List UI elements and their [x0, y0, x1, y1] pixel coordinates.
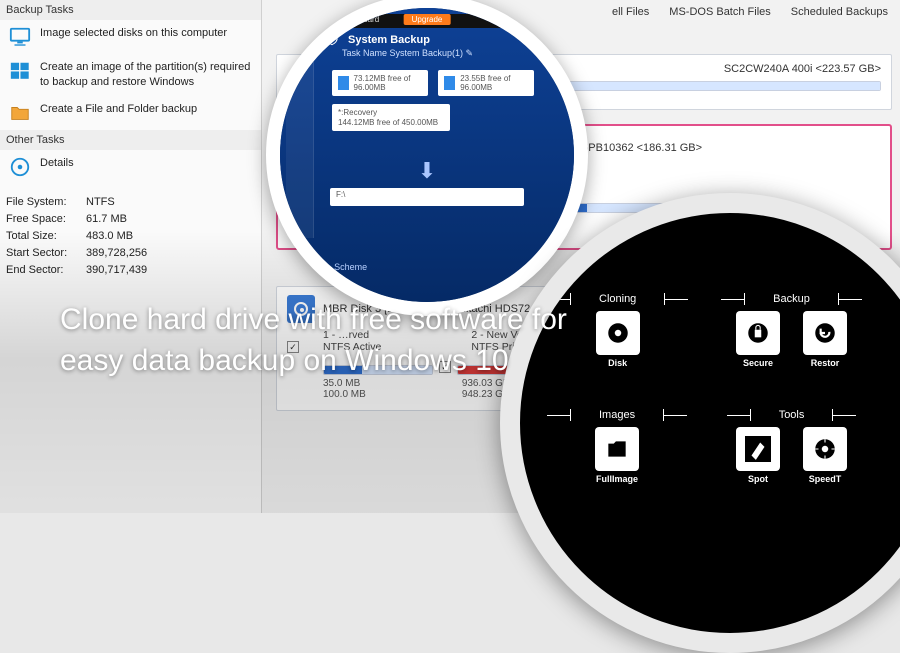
headline-text: Clone hard drive with free software for …	[60, 300, 570, 381]
group-tools-label: Tools	[750, 409, 834, 421]
task-label: Create a File and Folder backup	[40, 102, 197, 117]
task-image-disks[interactable]: Image selected disks on this computer	[0, 20, 261, 54]
windows-icon	[8, 60, 32, 82]
shield-icon	[324, 30, 340, 49]
task-details[interactable]: Details	[0, 150, 261, 184]
group-cloning-label: Cloning	[570, 293, 665, 305]
task-image-partition[interactable]: Create an image of the partition(s) requ…	[0, 54, 261, 96]
task-label: Image selected disks on this computer	[40, 26, 227, 41]
overlay-tool-grid: Cloning Disk Backup Secure Restor Images…	[500, 193, 900, 653]
tile-spot[interactable]: Spot	[736, 427, 780, 484]
source-card-b[interactable]: 23.55B free of 96.00MB	[438, 70, 534, 96]
top-menu: ell Files MS-DOS Batch Files Scheduled B…	[600, 0, 900, 24]
tile-secure[interactable]: Secure	[736, 311, 780, 368]
backup-tasks-header: Backup Tasks	[0, 0, 261, 20]
group-images-label: Images	[570, 409, 664, 421]
arrow-down-icon: ⬇	[418, 158, 436, 184]
group-backup-label: Backup	[744, 293, 839, 305]
overlay-title: System Backup	[348, 34, 430, 46]
tile-disk[interactable]: Disk	[596, 311, 640, 368]
task-label: Details	[40, 156, 74, 171]
upgrade-badge[interactable]: Upgrade	[404, 14, 451, 25]
tile-speed[interactable]: SpeedT	[803, 427, 847, 484]
gear-icon: ⚙	[320, 261, 328, 272]
menu-shell-files[interactable]: ell Files	[606, 4, 655, 20]
tile-restore[interactable]: Restor	[803, 311, 847, 368]
tile-fullimage[interactable]: FullImage	[595, 427, 639, 484]
destination-field[interactable]: F:\	[330, 188, 524, 206]
menu-batch-files[interactable]: MS-DOS Batch Files	[663, 4, 776, 20]
task-label: Create an image of the partition(s) requ…	[40, 60, 253, 90]
overlay-sidebar	[286, 48, 314, 238]
menu-scheduled-backups[interactable]: Scheduled Backups	[785, 4, 894, 20]
folder-icon	[8, 102, 32, 124]
source-card-a[interactable]: 73.12MB free of 96.00MB	[332, 70, 428, 96]
disk-info-panel: File System:NTFS Free Space:61.7 MB Tota…	[0, 184, 261, 289]
source-card-c[interactable]: *:Recovery144.12MB free of 450.00MB	[332, 104, 450, 131]
disk1-header: SC2CW240A 400i <223.57 GB>	[724, 63, 881, 75]
sidebar: Backup Tasks Image selected disks on thi…	[0, 0, 262, 513]
overlay-subtitle: Task Name System Backup(1) ✎	[342, 48, 473, 59]
other-tasks-header: Other Tasks	[0, 130, 261, 150]
task-file-folder-backup[interactable]: Create a File and Folder backup	[0, 96, 261, 130]
disk-icon	[8, 156, 32, 178]
monitor-icon	[8, 26, 32, 48]
